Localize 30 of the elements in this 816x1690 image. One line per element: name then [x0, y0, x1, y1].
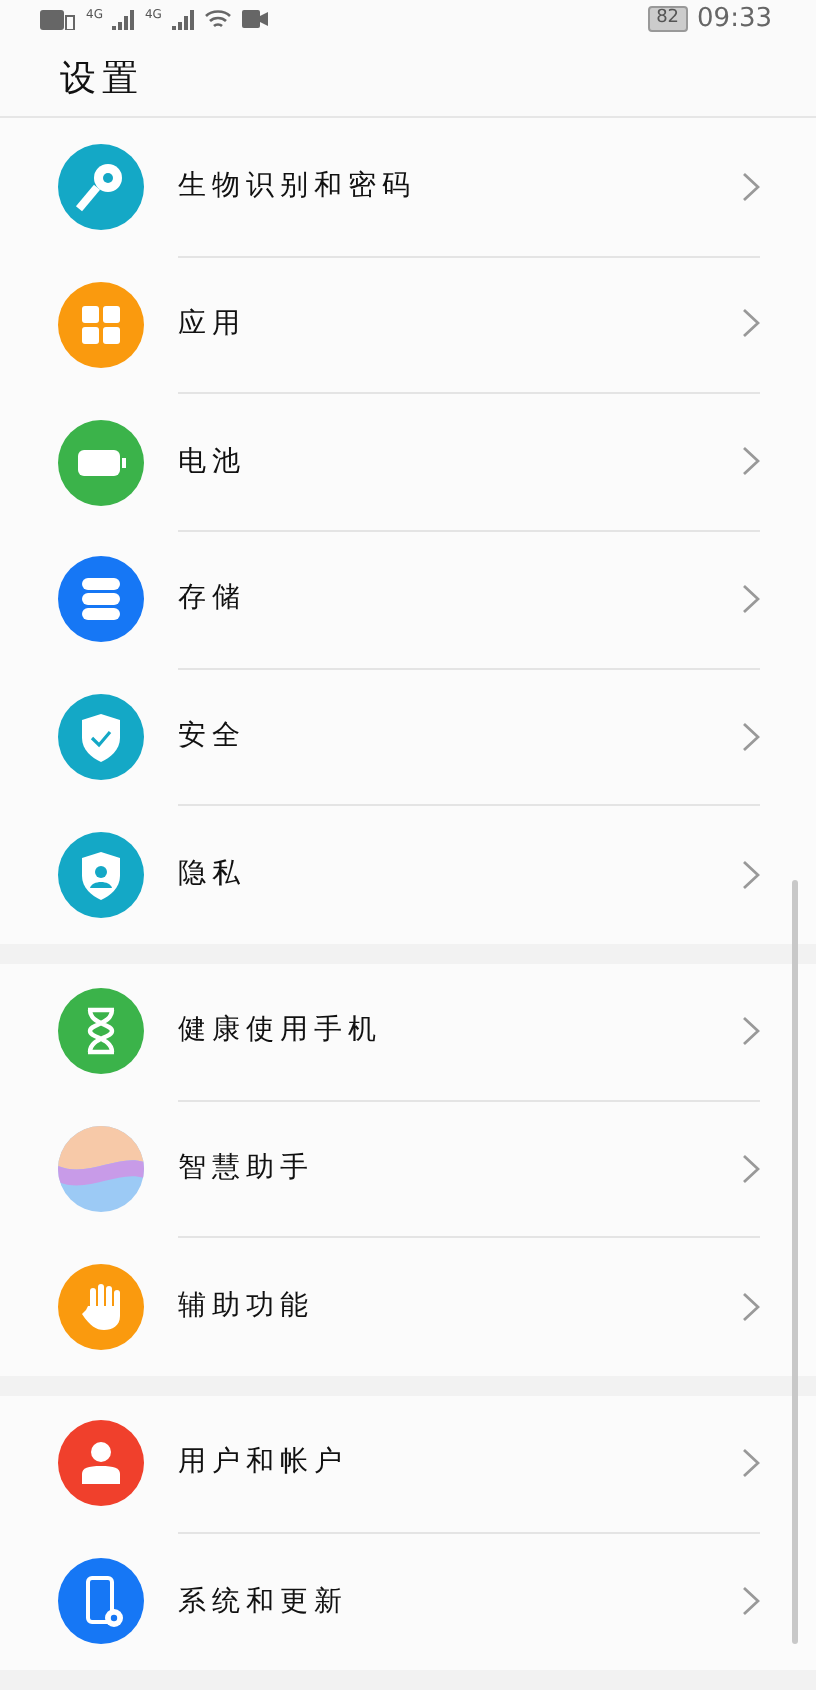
- signal-icon: [171, 9, 194, 30]
- setting-label[interactable]: 存储: [178, 580, 742, 617]
- battery-level: 82: [648, 6, 688, 33]
- video-icon: [241, 10, 268, 29]
- page-title: 设置: [60, 56, 144, 103]
- chevron-icon: [742, 721, 760, 752]
- setting-label[interactable]: 生物识别和密码: [178, 168, 742, 205]
- hd-icon: [40, 9, 76, 30]
- chevron-icon: [742, 1586, 760, 1617]
- wifi-icon: [203, 8, 232, 31]
- clock: 09:33: [697, 4, 772, 35]
- chevron-icon: [742, 446, 760, 477]
- chevron-icon: [742, 583, 760, 614]
- chevron-icon: [742, 171, 760, 202]
- setting-label[interactable]: 应用: [178, 305, 742, 342]
- chevron-icon: [742, 1015, 760, 1046]
- chevron-icon: [742, 859, 760, 890]
- chevron-icon: [742, 308, 760, 339]
- chevron-icon: [742, 1447, 760, 1478]
- setting-label[interactable]: 隐私: [178, 856, 742, 893]
- setting-label[interactable]: 电池: [178, 443, 742, 480]
- setting-label[interactable]: 系统和更新: [178, 1583, 742, 1620]
- setting-label[interactable]: 辅助功能: [178, 1288, 742, 1325]
- setting-label[interactable]: 健康使用手机: [178, 1012, 742, 1049]
- chevron-icon: [742, 1153, 760, 1184]
- chevron-icon: [742, 1291, 760, 1322]
- signal-icon: [112, 9, 135, 30]
- setting-label[interactable]: 用户和帐户: [178, 1444, 742, 1481]
- setting-label[interactable]: 安全: [178, 718, 742, 755]
- setting-label[interactable]: 智慧助手: [178, 1150, 742, 1187]
